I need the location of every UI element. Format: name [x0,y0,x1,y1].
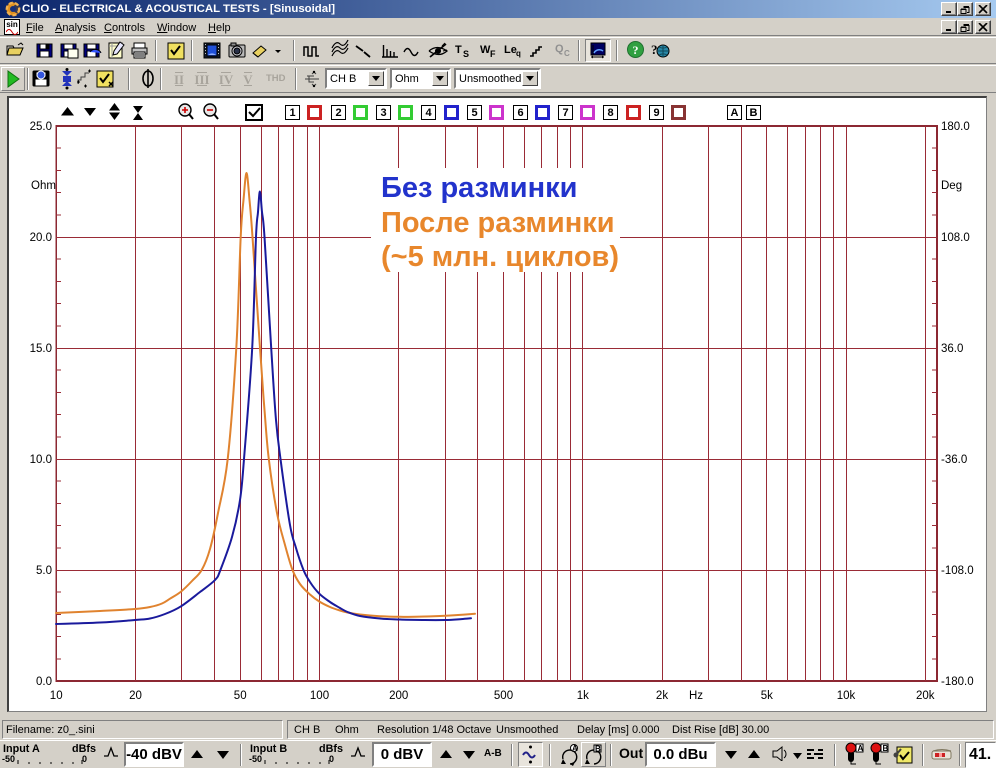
svg-text:180.0: 180.0 [941,121,970,133]
svg-text:S: S [463,49,469,59]
svg-text:200: 200 [389,690,408,702]
svg-text:V: V [243,72,253,87]
svg-text:500: 500 [494,690,513,702]
svg-text:-36.0: -36.0 [941,454,967,466]
svg-text:108.0: 108.0 [941,232,970,244]
svg-text:(~5 млн. циклов): (~5 млн. циклов) [381,241,619,273]
svg-text:5.0: 5.0 [36,565,52,577]
svg-text:T: T [455,44,462,56]
svg-text:B: B [883,744,889,753]
svg-text:C: C [564,49,570,58]
svg-text:Deg: Deg [941,180,962,192]
svg-text:10k: 10k [837,690,856,702]
svg-text:IV: IV [219,72,234,87]
svg-text:A: A [572,744,578,753]
svg-text:25.0: 25.0 [30,121,52,133]
svg-text:Без разминки: Без разминки [381,172,577,204]
svg-text:-108.0: -108.0 [941,565,974,577]
svg-text:Ohm: Ohm [31,180,56,192]
svg-text:20: 20 [129,690,142,702]
svg-text:10: 10 [50,690,63,702]
svg-text:?: ? [633,43,639,57]
svg-text:36.0: 36.0 [941,343,963,355]
svg-text:Hz: Hz [689,690,703,702]
svg-text:100: 100 [310,690,329,702]
svg-text:-180.0: -180.0 [941,676,974,688]
svg-text:15.0: 15.0 [30,343,52,355]
svg-text:Q: Q [555,43,564,55]
svg-text:10.0: 10.0 [30,454,52,466]
svg-text:50: 50 [234,690,247,702]
svg-text:A: A [858,744,864,753]
svg-text:20k: 20k [916,690,935,702]
svg-text:1k: 1k [577,690,589,702]
svg-text:После разминки: После разминки [381,207,615,239]
svg-text:THD: THD [266,73,286,84]
svg-text:II: II [174,72,184,87]
svg-text:20.0: 20.0 [30,232,52,244]
svg-text:5k: 5k [761,690,773,702]
svg-text:2k: 2k [656,690,668,702]
svg-text:Le: Le [504,44,517,56]
svg-text:F: F [490,49,496,59]
svg-text:0.0: 0.0 [36,676,52,688]
svg-text:q: q [516,49,521,58]
svg-text:III: III [194,72,209,87]
svg-text:?: ? [651,42,658,57]
svg-text:B: B [595,745,601,754]
